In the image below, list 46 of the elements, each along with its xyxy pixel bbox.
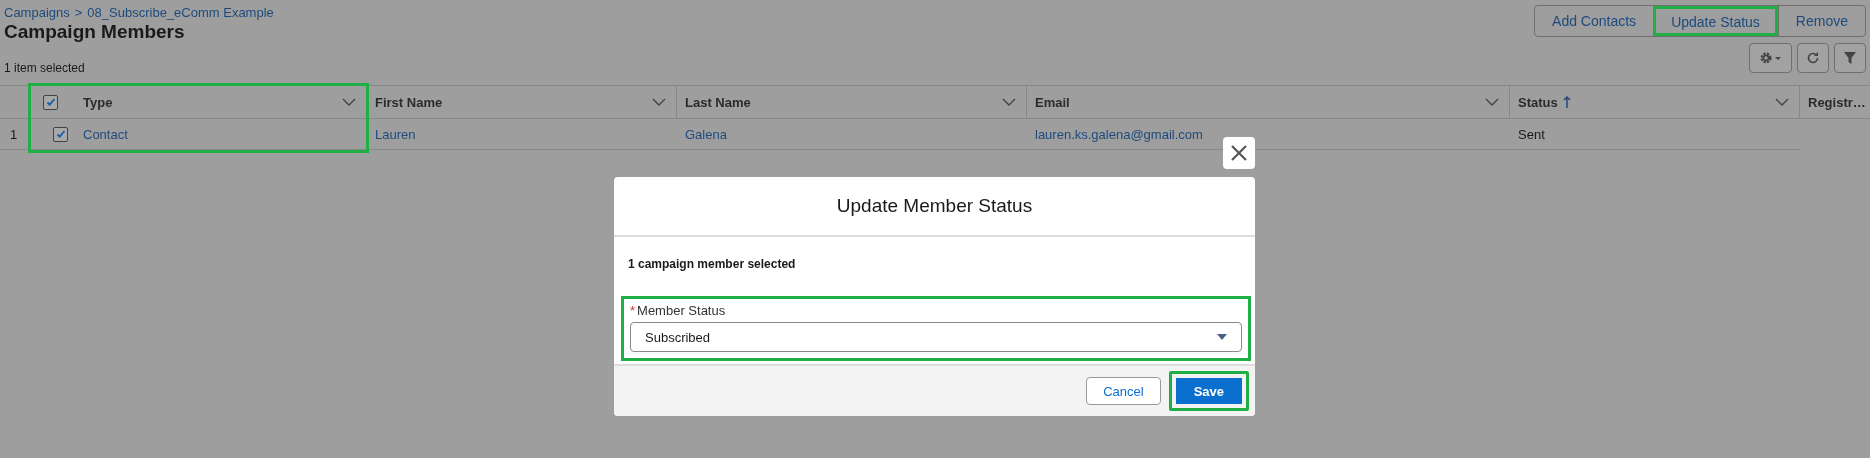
status-dropdown[interactable]: Subscribed [630, 322, 1242, 352]
row-checkbox[interactable] [53, 126, 68, 142]
field-label: Member Status [637, 303, 726, 318]
chevron-down-icon[interactable] [652, 98, 666, 106]
sort-ascending-icon [1562, 96, 1571, 108]
cell-link[interactable]: Galena [685, 126, 727, 142]
select-all-checkbox[interactable] [43, 94, 58, 110]
action-button[interactable]: Remove [1777, 6, 1865, 36]
filter-icon [1843, 51, 1857, 65]
breadcrumb-link[interactable]: Campaigns [4, 5, 70, 20]
page-title: Campaign Members [4, 21, 186, 43]
selection-message: 1 campaign member selected [627, 257, 797, 271]
cell-link[interactable]: Lauren [375, 126, 416, 142]
column-header[interactable]: Type [75, 86, 367, 119]
column-header[interactable]: Last Name [677, 86, 1027, 119]
cell-link[interactable]: Contact [83, 126, 128, 142]
column-header[interactable]: Registr… [1800, 86, 1870, 119]
column-header[interactable]: Status [1510, 86, 1800, 119]
save-button[interactable]: Save [1168, 371, 1249, 411]
chevron-down-icon[interactable] [1775, 98, 1789, 106]
column-header[interactable]: First Name [367, 86, 677, 119]
row-number: 1 [10, 126, 18, 142]
checkmark-icon [55, 129, 66, 139]
refresh-icon [1806, 51, 1820, 65]
selection-count: 1 item selected [4, 61, 86, 75]
chevron-down-icon[interactable] [1002, 98, 1016, 106]
modal-title: Update Member Status [836, 195, 1033, 217]
close-icon [1230, 144, 1248, 162]
gear-icon [1758, 51, 1783, 65]
refresh-button[interactable] [1797, 43, 1829, 73]
required-mark: * [630, 303, 636, 318]
action-button[interactable]: Add Contacts [1535, 6, 1654, 36]
chevron-down-icon[interactable] [342, 98, 356, 106]
action-button[interactable]: Update Status [1653, 6, 1778, 36]
chevron-down-icon[interactable] [1485, 98, 1499, 106]
close-button[interactable] [1223, 137, 1255, 169]
checkmark-icon [45, 97, 56, 107]
caret-icon [1217, 334, 1227, 340]
table-cell: Sent [1518, 126, 1545, 142]
breadcrumb-link[interactable]: 08_Subscribe_eComm Example [87, 5, 274, 20]
column-header[interactable]: Email [1027, 86, 1510, 119]
cancel-button[interactable]: Cancel [1086, 377, 1161, 405]
breadcrumb-separator: > [74, 5, 83, 20]
filter-button[interactable] [1834, 43, 1866, 73]
cell-link[interactable]: lauren.ks.galena@gmail.com [1035, 126, 1203, 142]
settings-button[interactable] [1749, 43, 1792, 73]
